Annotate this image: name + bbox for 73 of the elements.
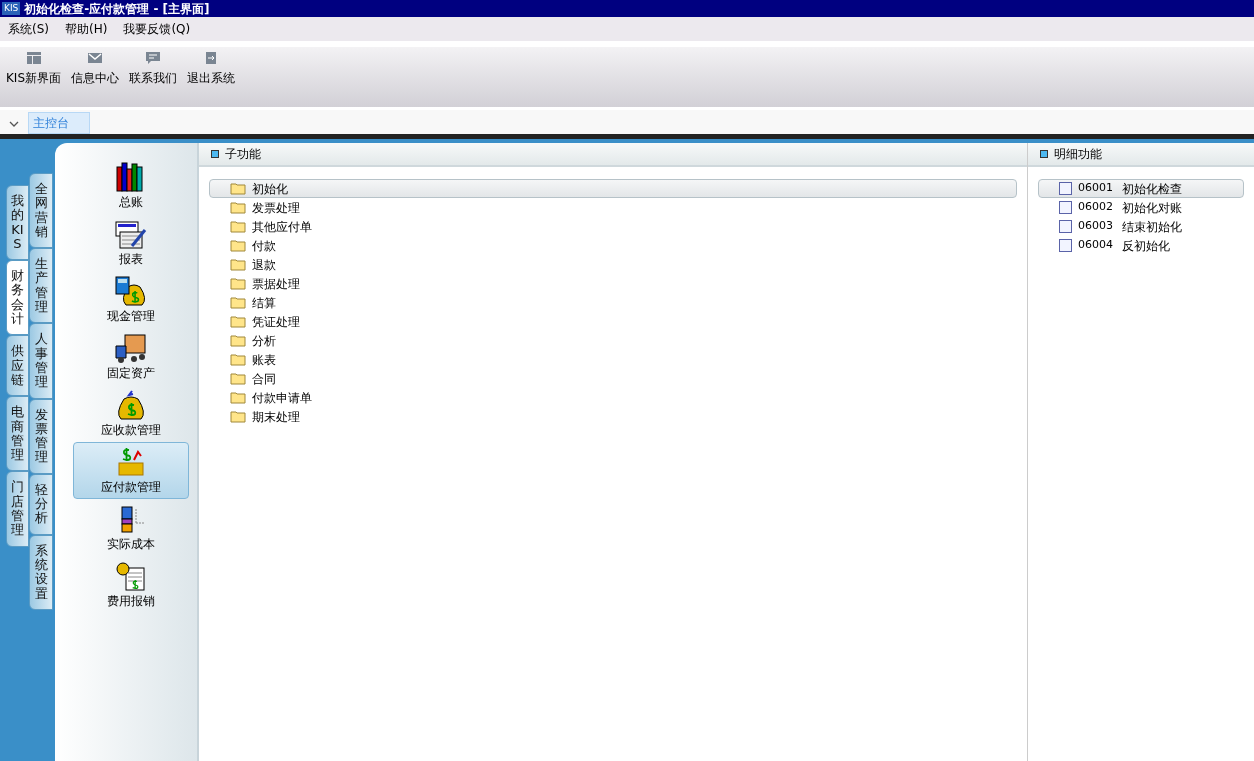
folder-icon bbox=[230, 201, 246, 214]
document-icon bbox=[1059, 201, 1072, 214]
side-tab[interactable]: 财务会计 bbox=[6, 260, 29, 336]
folder-icon bbox=[230, 372, 246, 385]
side-tab[interactable]: 电商管理 bbox=[6, 396, 29, 472]
side-tab[interactable]: 我的KIS bbox=[6, 185, 29, 261]
folder-icon bbox=[230, 239, 246, 252]
list-item[interactable]: 合同 bbox=[209, 369, 1017, 388]
list-item[interactable]: 06004 反初始化 bbox=[1038, 236, 1244, 255]
chat-icon bbox=[145, 51, 162, 65]
folder-icon bbox=[230, 296, 246, 309]
calculator-moneybag-icon bbox=[114, 274, 148, 307]
document-icon bbox=[1059, 220, 1072, 233]
module-item[interactable]: 总账 bbox=[73, 157, 189, 214]
document-icon bbox=[1059, 182, 1072, 195]
side-tab[interactable]: 人事管理 bbox=[29, 323, 53, 399]
list-item[interactable]: 发票处理 bbox=[209, 198, 1017, 217]
list-item[interactable]: 期末处理 bbox=[209, 407, 1017, 426]
side-tab[interactable]: 发票管理 bbox=[29, 398, 53, 474]
list-item[interactable]: 账表 bbox=[209, 350, 1017, 369]
list-item[interactable]: 06003 结束初始化 bbox=[1038, 217, 1244, 236]
menu-item[interactable]: 我要反馈(Q) bbox=[123, 20, 191, 38]
folder-icon bbox=[230, 315, 246, 328]
square-bullet-icon bbox=[1040, 150, 1048, 158]
folder-icon bbox=[230, 410, 246, 423]
panel-title: 明细功能 bbox=[1054, 146, 1102, 163]
toolbar-button[interactable]: 信息中心 bbox=[69, 51, 128, 87]
list-item[interactable]: 凭证处理 bbox=[209, 312, 1017, 331]
app-logo: KIS bbox=[2, 2, 21, 15]
layout-icon bbox=[25, 51, 42, 65]
toolbar-button[interactable]: KIS新界面 bbox=[4, 51, 70, 87]
folder-icon bbox=[230, 182, 246, 195]
toolbar-button[interactable]: 联系我们 bbox=[127, 51, 186, 87]
module-item[interactable]: 应付款管理 bbox=[73, 442, 189, 499]
menu-item[interactable]: 帮助(H) bbox=[65, 20, 108, 38]
tab[interactable]: 主控台 bbox=[28, 112, 90, 134]
module-item[interactable]: 实际成本 bbox=[73, 499, 189, 556]
square-bullet-icon bbox=[211, 150, 219, 158]
folder-icon bbox=[230, 258, 246, 271]
module-item[interactable]: 固定资产 bbox=[73, 328, 189, 385]
list-item[interactable]: 其他应付单 bbox=[209, 217, 1017, 236]
side-tab[interactable]: 供应链 bbox=[6, 335, 29, 397]
toolbar-button[interactable]: 退出系统 bbox=[185, 51, 244, 87]
document-icon bbox=[1059, 239, 1072, 252]
list-item[interactable]: 结算 bbox=[209, 293, 1017, 312]
module-item[interactable]: 费用报销 bbox=[73, 556, 189, 613]
list-item[interactable]: 06002 初始化对账 bbox=[1038, 198, 1244, 217]
side-tab[interactable]: 生产管理 bbox=[29, 248, 53, 324]
side-tab[interactable]: 全网营销 bbox=[29, 173, 53, 249]
mail-icon bbox=[87, 51, 104, 65]
chevron-down-icon[interactable] bbox=[9, 121, 19, 128]
module-item[interactable]: 现金管理 bbox=[73, 271, 189, 328]
list-item[interactable]: 退款 bbox=[209, 255, 1017, 274]
menu-item[interactable]: 系统(S) bbox=[8, 20, 49, 38]
folder-icon bbox=[230, 334, 246, 347]
list-item[interactable]: 初始化 bbox=[209, 179, 1017, 198]
list-item[interactable]: 付款申请单 bbox=[209, 388, 1017, 407]
list-item[interactable]: 付款 bbox=[209, 236, 1017, 255]
folder-icon bbox=[230, 391, 246, 404]
side-tab[interactable]: 轻分析 bbox=[29, 473, 53, 535]
list-item[interactable]: 票据处理 bbox=[209, 274, 1017, 293]
side-tab[interactable]: 门店管理 bbox=[6, 471, 29, 547]
list-item[interactable]: 06001 初始化检查 bbox=[1038, 179, 1244, 198]
list-item[interactable]: 分析 bbox=[209, 331, 1017, 350]
module-item[interactable]: 报表 bbox=[73, 214, 189, 271]
panel-title: 子功能 bbox=[225, 146, 261, 163]
truck-icon bbox=[114, 331, 148, 364]
window-title: 初始化检查-应付款管理 - [主界面] bbox=[24, 0, 210, 18]
side-tab[interactable]: 系统设置 bbox=[29, 534, 53, 610]
module-item[interactable]: 应收款管理 bbox=[73, 385, 189, 442]
folder-icon bbox=[230, 220, 246, 233]
folder-icon bbox=[230, 353, 246, 366]
folder-icon bbox=[230, 277, 246, 290]
